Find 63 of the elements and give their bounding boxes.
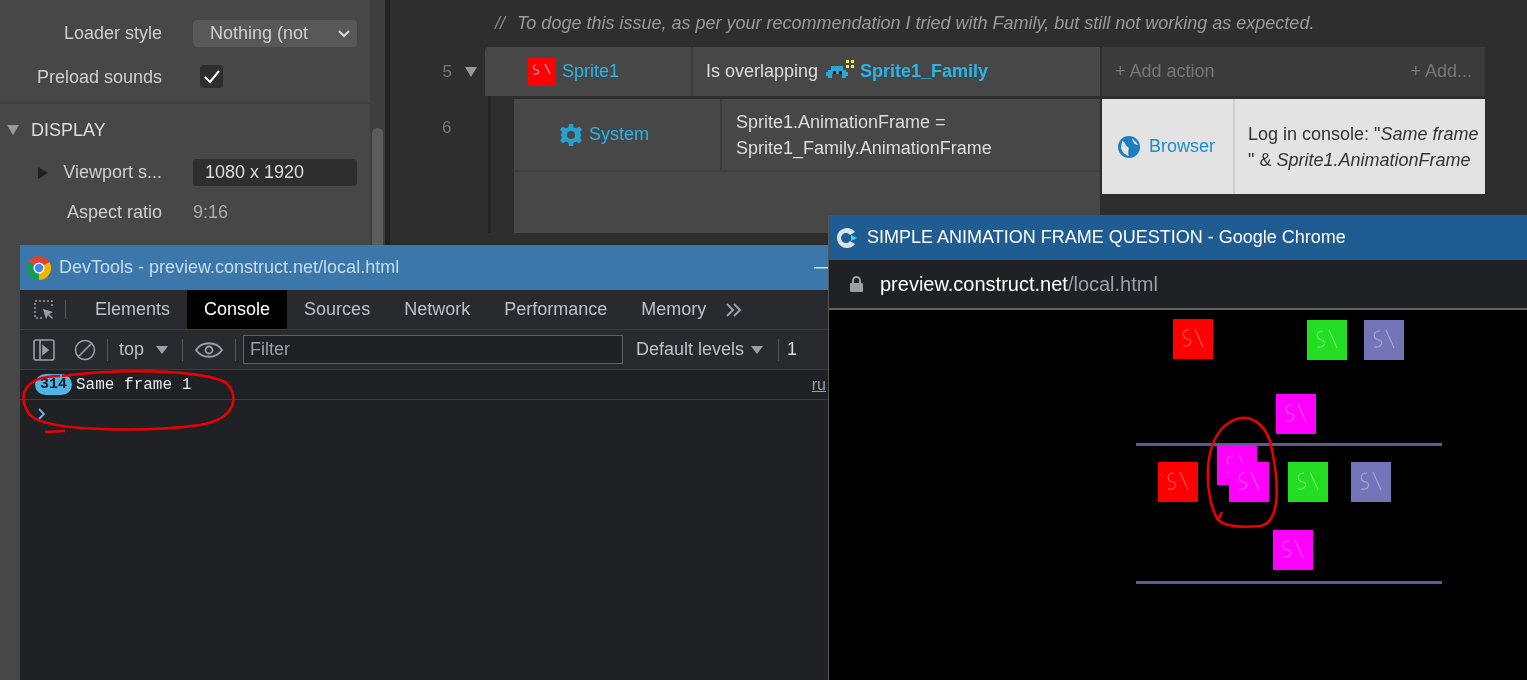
object-name[interactable]: Sprite1 xyxy=(562,58,620,85)
filter-field[interactable]: Filter xyxy=(243,335,624,364)
loader-style-dropdown[interactable]: Nothing (not xyxy=(193,20,357,47)
collapse-arrow-icon[interactable] xyxy=(7,125,19,135)
gear-icon xyxy=(559,122,583,147)
levels-dropdown[interactable]: Default levels xyxy=(636,336,764,363)
comment-text: To doge this issue, as per your recommendation I tried with Family, but still not working as expected. xyxy=(517,12,1315,35)
inspect-icon[interactable] xyxy=(33,298,55,321)
console-message: Same frame 1 xyxy=(76,374,192,396)
line-number: 6 xyxy=(442,117,452,139)
line-number: 5 xyxy=(442,60,452,83)
chevron-down-icon xyxy=(337,28,351,39)
property-label: Aspect ratio xyxy=(66,201,162,224)
devtools-tab[interactable]: Elements xyxy=(78,290,188,329)
sprite xyxy=(1288,462,1328,502)
sprite xyxy=(1364,320,1404,360)
sprite xyxy=(1158,462,1198,502)
devtools-tab[interactable]: Sources xyxy=(287,290,388,329)
prompt-chevron-icon xyxy=(38,408,46,420)
minimize-icon[interactable] xyxy=(814,266,828,269)
issues-count[interactable]: 1 xyxy=(787,336,798,363)
property-label: Viewport s... xyxy=(63,161,162,184)
action-text: Log in console: "Same frame " & Sprite1.AnimationFrame xyxy=(1248,122,1479,172)
property-value: 9:16 xyxy=(193,201,230,224)
checkbox[interactable] xyxy=(200,65,223,88)
devtools-tab[interactable]: Memory xyxy=(624,290,724,329)
object-name[interactable]: System xyxy=(589,121,649,148)
more-tabs-icon[interactable] xyxy=(725,302,744,317)
sprite xyxy=(1273,530,1313,570)
lock-icon xyxy=(850,276,863,292)
app-logo-icon xyxy=(835,225,859,250)
sidebar-icon[interactable] xyxy=(33,338,55,361)
scrollbar-thumb[interactable] xyxy=(372,128,383,245)
window-title: DevTools - preview.construct.net/local.html xyxy=(59,256,400,279)
section-title: DISPLAY xyxy=(31,118,106,142)
source-link[interactable]: ru xyxy=(811,372,826,397)
sprite xyxy=(1229,462,1269,502)
sprite xyxy=(1276,394,1316,434)
sprite xyxy=(1307,320,1347,360)
eye-icon[interactable] xyxy=(195,340,224,359)
window-title: SIMPLE ANIMATION FRAME QUESTION - Google Chrome xyxy=(867,226,1346,249)
address-bar[interactable]: preview.construct.net/local.html xyxy=(829,260,1527,310)
globe-icon xyxy=(1117,134,1141,159)
sprite-icon xyxy=(528,57,556,86)
object-name[interactable]: Sprite1_Family xyxy=(860,58,989,85)
devtools-tab[interactable]: Console xyxy=(187,290,288,329)
condition-text: Is overlapping xyxy=(706,60,819,83)
sprite xyxy=(1351,462,1391,502)
comment-mark: // xyxy=(495,12,505,35)
chrome-logo-icon xyxy=(27,255,51,280)
property-label: Preload sounds xyxy=(36,65,162,89)
condition-text: Sprite1.AnimationFrame = Sprite1_Family.AnimationFrame xyxy=(735,110,993,161)
devtools-tab[interactable]: Performance xyxy=(487,290,625,329)
context-dropdown[interactable]: top xyxy=(119,336,169,363)
sprite xyxy=(1173,319,1213,359)
clear-console-icon[interactable] xyxy=(74,338,96,361)
caret-down-icon xyxy=(156,345,169,354)
expand-arrow-icon[interactable] xyxy=(465,66,477,77)
url-text: preview.construct.net/local.html xyxy=(880,272,1158,297)
devtools-tab[interactable]: Network xyxy=(387,290,488,329)
property-label: Loader style xyxy=(63,22,162,45)
viewport-size-field[interactable]: 1080 x 1920 xyxy=(193,159,357,186)
caret-down-icon xyxy=(751,345,764,354)
